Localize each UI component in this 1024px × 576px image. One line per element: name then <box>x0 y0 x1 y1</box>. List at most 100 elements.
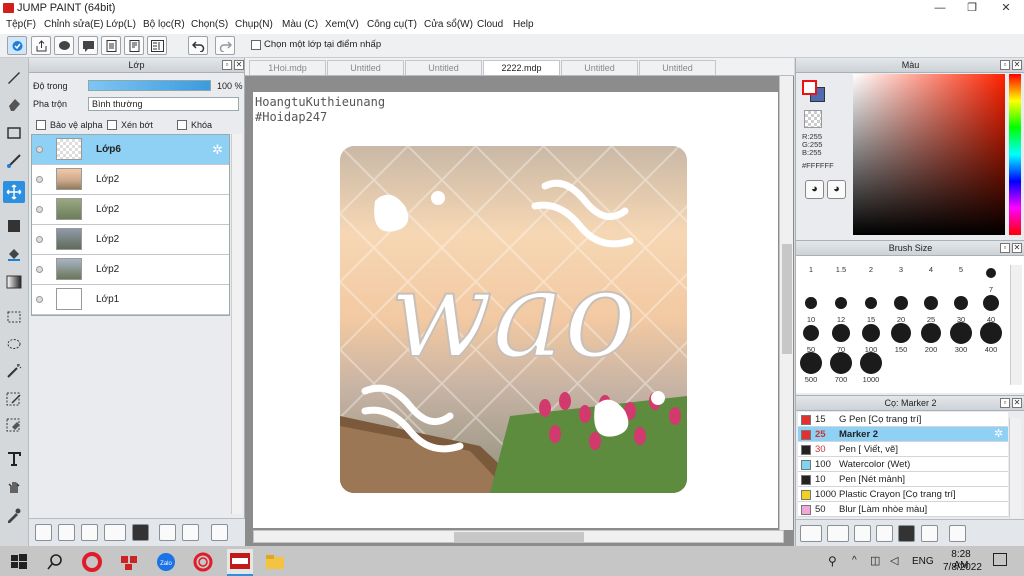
layer-visibility-icon[interactable] <box>36 176 43 183</box>
brush-size-dot[interactable] <box>890 322 912 344</box>
layer-row[interactable]: Lớp2 <box>32 255 229 285</box>
bucket-tool-icon[interactable] <box>3 243 25 265</box>
blend-mode-select[interactable]: Bình thường <box>88 97 239 111</box>
panel-detach-icon[interactable]: ▫ <box>1000 243 1010 253</box>
new-layer-icon[interactable] <box>35 524 52 541</box>
panel-layout-icon[interactable] <box>147 36 167 55</box>
opera-browser-icon[interactable] <box>81 551 103 573</box>
brush-settings-gear-icon[interactable]: ✲ <box>994 427 1003 440</box>
comment-icon[interactable] <box>54 36 74 55</box>
canvas-vertical-scrollbar[interactable] <box>779 76 793 530</box>
layer-visibility-icon[interactable] <box>36 266 43 273</box>
horizontal-scroll-thumb[interactable] <box>454 532 584 542</box>
select-eraser-tool-icon[interactable] <box>3 414 25 436</box>
brush-item[interactable]: 10 Pen [Nét mảnh] <box>798 472 1008 487</box>
brush-size-dot[interactable] <box>834 296 848 310</box>
maximize-button[interactable]: ❐ <box>956 0 988 17</box>
brush-size-dot[interactable] <box>953 295 969 311</box>
opera-gx-icon[interactable] <box>192 551 214 573</box>
close-button[interactable]: ✕ <box>990 0 1022 17</box>
text-tool-icon[interactable] <box>3 448 25 470</box>
brush-item[interactable]: 50 Blur [Làm nhòe màu] <box>798 502 1008 517</box>
language-indicator[interactable]: ENG <box>912 556 934 567</box>
line-tool-icon[interactable] <box>3 150 25 172</box>
menu-window[interactable]: Cửa sổ(W) <box>424 19 473 30</box>
brush-size-dot[interactable] <box>860 352 882 374</box>
brush-size-scrollbar[interactable] <box>1010 265 1022 385</box>
duplicate-layer-icon[interactable] <box>159 524 176 541</box>
foreground-color-swatch[interactable] <box>802 80 817 95</box>
undo-icon[interactable] <box>188 36 208 55</box>
brush-size-dot[interactable] <box>805 297 817 309</box>
panel-detach-icon[interactable]: ▫ <box>1000 398 1010 408</box>
brush-item-selected[interactable]: 25 Marker 2 ✲ <box>798 427 1008 442</box>
new-folder-icon[interactable] <box>132 524 149 541</box>
people-icon[interactable]: ⚲ <box>828 554 837 568</box>
jump-paint-taskbar-icon[interactable] <box>227 549 253 576</box>
brush-size-dot[interactable] <box>832 324 850 342</box>
brush-size-dot[interactable] <box>894 296 908 310</box>
panel-close-icon[interactable]: ✕ <box>1012 60 1022 70</box>
zalo-icon[interactable]: Zalo <box>155 551 177 573</box>
layer-list-scrollbar[interactable] <box>231 134 242 514</box>
protect-alpha-checkbox[interactable] <box>36 120 46 130</box>
brush-item[interactable]: 15 G Pen [Cọ trang trí] <box>798 412 1008 427</box>
select-layer-on-click-checkbox[interactable] <box>251 40 261 50</box>
palette-icon[interactable]: ◕ <box>805 180 824 199</box>
palette-settings-icon[interactable]: ◕ <box>827 180 846 199</box>
layer-row[interactable]: Lớp2 <box>32 195 229 225</box>
add-layer-menu-icon[interactable] <box>104 524 126 541</box>
brush-size-dot[interactable] <box>980 322 1002 344</box>
notification-icon[interactable] <box>993 553 1007 566</box>
eyedropper-tool-icon[interactable] <box>3 504 25 526</box>
layer-visibility-icon[interactable] <box>36 146 43 153</box>
tab-document[interactable]: Untitled <box>561 60 638 75</box>
lasso-tool-icon[interactable] <box>3 334 25 356</box>
brush-size-dot[interactable] <box>800 352 822 374</box>
app-grid-icon[interactable] <box>118 551 140 573</box>
opacity-slider[interactable] <box>88 80 211 91</box>
delete-layer-icon[interactable] <box>211 524 228 541</box>
brush-folder-icon[interactable] <box>898 525 915 542</box>
menu-file[interactable]: Tệp(F) <box>6 19 36 30</box>
tab-document[interactable]: 1Hoi.mdp <box>249 60 326 75</box>
network-icon[interactable]: ◫ <box>870 554 880 567</box>
layer-visibility-icon[interactable] <box>36 206 43 213</box>
vertical-scroll-thumb[interactable] <box>782 244 792 354</box>
layer-row[interactable]: Lớp2 <box>32 165 229 195</box>
menu-cloud[interactable]: Cloud <box>477 19 503 30</box>
lock-checkbox[interactable] <box>177 120 187 130</box>
search-icon[interactable] <box>44 551 66 573</box>
eraser-tool-icon[interactable] <box>3 93 25 115</box>
brush-duplicate-icon[interactable] <box>921 525 938 542</box>
redo-icon[interactable] <box>215 36 235 55</box>
page-icon[interactable] <box>101 36 121 55</box>
canvas-horizontal-scrollbar[interactable] <box>253 530 784 543</box>
layer-settings-gear-icon[interactable]: ✲ <box>212 142 223 158</box>
brush-list-scrollbar[interactable] <box>1009 418 1021 518</box>
brush-size-dot[interactable] <box>802 324 820 342</box>
tab-document[interactable]: Untitled <box>327 60 404 75</box>
select-rect-tool-icon[interactable] <box>3 306 25 328</box>
panel-close-icon[interactable]: ✕ <box>1012 398 1022 408</box>
new-8bit-layer-icon[interactable] <box>58 524 75 541</box>
layer-row[interactable]: Lớp6 ✲ <box>32 135 229 165</box>
brush-import-icon[interactable] <box>876 525 893 542</box>
brush-size-dot[interactable] <box>861 323 881 343</box>
menu-tools[interactable]: Công cụ(T) <box>367 19 417 30</box>
layer-visibility-icon[interactable] <box>36 236 43 243</box>
color-saturation-picker[interactable] <box>853 74 1005 235</box>
menu-color[interactable]: Màu (C) <box>282 19 318 30</box>
tab-document[interactable]: Untitled <box>405 60 482 75</box>
move-tool-icon[interactable] <box>3 181 25 203</box>
fill-rect-tool-icon[interactable] <box>3 215 25 237</box>
transparent-color-swatch[interactable] <box>804 110 822 128</box>
hue-slider[interactable] <box>1009 74 1021 235</box>
menu-capture[interactable]: Chụp(N) <box>235 19 273 30</box>
menu-help[interactable]: Help <box>513 19 534 30</box>
volume-icon[interactable]: ◁ <box>890 554 898 567</box>
add-brush-icon[interactable] <box>800 525 822 542</box>
brush-item[interactable]: 100 Watercolor (Wet) <box>798 457 1008 472</box>
menu-view[interactable]: Xem(V) <box>325 19 359 30</box>
brush-size-dot[interactable] <box>923 295 939 311</box>
